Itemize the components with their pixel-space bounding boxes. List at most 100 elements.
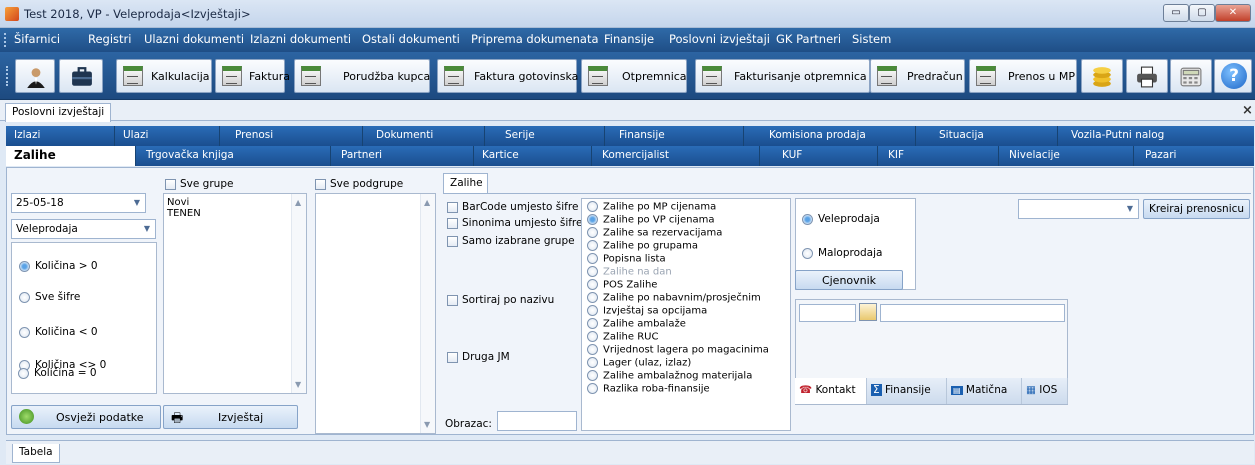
radio-report-6[interactable]: POS Zalihe	[587, 279, 657, 291]
close-button[interactable]: ✕	[1215, 4, 1251, 22]
tab-tabela[interactable]: Tabela	[12, 444, 60, 463]
checkbox-barcode[interactable]: BarCode umjesto šifre	[447, 201, 578, 213]
prenosnica-select[interactable]: ▼	[1018, 199, 1139, 219]
tab-kuf[interactable]: KUF	[760, 146, 878, 166]
tab-dokumenti[interactable]: Dokumenti	[363, 126, 485, 146]
tab-zalihe[interactable]: Zalihe	[6, 146, 136, 166]
list-item[interactable]: Novi	[167, 197, 189, 208]
menu-priprema-dokumenata[interactable]: Priprema dokumenata	[471, 32, 599, 46]
menu-sistem[interactable]: Sistem	[852, 32, 891, 46]
calculator-button[interactable]	[1170, 59, 1212, 93]
checkbox-sortiraj[interactable]: Sortiraj po nazivu	[447, 294, 554, 306]
checkbox-sve-podgrupe[interactable]: Sve podgrupe	[315, 178, 403, 190]
printer-button[interactable]	[1126, 59, 1168, 93]
scroll-down-icon[interactable]: ▼	[295, 380, 301, 389]
otpremnica-button[interactable]: Otpremnica	[581, 59, 687, 93]
radio-kolicina-eq-0[interactable]: Količina = 0	[18, 367, 97, 379]
tab-prenosi[interactable]: Prenosi	[220, 126, 363, 146]
groups-list[interactable]: Novi TENEN ▲ ▼	[163, 193, 307, 394]
maximize-button[interactable]: ▢	[1189, 4, 1215, 22]
predracun-button[interactable]: Predračun	[870, 59, 965, 93]
minimize-button[interactable]: ▭	[1163, 4, 1189, 22]
report-button[interactable]: 🖶 Izvještaj	[163, 405, 298, 429]
radio-report-12[interactable]: Lager (ulaz, izlaz)	[587, 357, 691, 369]
partner-code-input[interactable]	[799, 304, 856, 322]
tab-komercijalist[interactable]: Komercijalist	[592, 146, 760, 166]
help-button[interactable]: ?	[1214, 59, 1252, 93]
tab-ios[interactable]: ▦ IOS	[1022, 378, 1068, 404]
tab-komisiona-prodaja[interactable]: Komisiona prodaja	[744, 126, 916, 146]
radio-report-3[interactable]: Zalihe po grupama	[587, 240, 698, 252]
porudzba-kupca-button[interactable]: Porudžba kupca	[294, 59, 430, 93]
radio-report-13[interactable]: Zalihe ambalažnog materijala	[587, 370, 752, 382]
list-item[interactable]: TENEN	[167, 208, 201, 219]
obrazac-input[interactable]	[497, 411, 577, 431]
radio-kolicina-gt-0[interactable]: Količina > 0	[19, 260, 98, 272]
radio-report-0[interactable]: Zalihe po MP cijenama	[587, 201, 716, 213]
radio-report-8[interactable]: Izvještaj sa opcijama	[587, 305, 707, 317]
subgroups-list[interactable]: ▲ ▼	[315, 193, 436, 434]
tab-ulazi[interactable]: Ulazi	[115, 126, 220, 146]
menu-gk-partneri[interactable]: GK Partneri	[776, 32, 841, 46]
prenos-u-mp-button[interactable]: Prenos u MP	[969, 59, 1077, 93]
radio-report-1[interactable]: Zalihe po VP cijenama	[587, 214, 714, 226]
radio-report-9[interactable]: Zalihe ambalaže	[587, 318, 686, 330]
radio-report-4[interactable]: Popisna lista	[587, 253, 666, 265]
menu-finansije[interactable]: Finansije	[604, 32, 654, 46]
tab-vozila-putni-nalog[interactable]: Vozila-Putni nalog	[1058, 126, 1254, 146]
menu-ostali-dokumenti[interactable]: Ostali dokumenti	[362, 32, 460, 46]
tab-pazari[interactable]: Pazari	[1134, 146, 1254, 166]
tab-situacija[interactable]: Situacija	[916, 126, 1058, 146]
scroll-down-icon[interactable]: ▼	[424, 420, 430, 429]
tab-izlazi[interactable]: Izlazi	[6, 126, 115, 146]
coins-button[interactable]	[1081, 59, 1123, 93]
scrollbar[interactable]: ▲ ▼	[291, 194, 306, 393]
scroll-up-icon[interactable]: ▲	[295, 198, 301, 207]
radio-report-7[interactable]: Zalihe po nabavnim/prosječnim	[587, 292, 761, 304]
menu-ulazni-dokumenti[interactable]: Ulazni dokumenti	[144, 32, 244, 46]
menu-sifarnici[interactable]: Šifarnici	[14, 32, 60, 46]
checkbox-druga-jm[interactable]: Druga JM	[447, 351, 510, 363]
date-picker[interactable]: 25-05-18 ▼	[11, 193, 146, 213]
tab-kontakt[interactable]: ☎ Kontakt	[795, 378, 867, 404]
warehouse-select[interactable]: Veleprodaja ▼	[11, 219, 156, 239]
radio-sve-sifre[interactable]: Sve šifre	[19, 291, 80, 303]
briefcase-button[interactable]	[59, 59, 103, 93]
tab-finansije[interactable]: Finansije	[605, 126, 744, 146]
cjenovnik-button[interactable]: Cjenovnik	[795, 270, 903, 290]
tab-partneri[interactable]: Partneri	[331, 146, 474, 166]
menu-poslovni-izvjestaji[interactable]: Poslovni izvještaji	[669, 32, 770, 46]
checkbox-sinonima[interactable]: Sinonima umjesto šifre	[447, 217, 582, 229]
lookup-icon[interactable]	[859, 303, 877, 321]
checkbox-samo-izabrane[interactable]: Samo izabrane grupe	[447, 235, 575, 247]
radio-report-10[interactable]: Zalihe RUC	[587, 331, 658, 343]
tab-poslovni-izvjestaji[interactable]: Poslovni izvještaji	[5, 103, 112, 122]
kalkulacija-button[interactable]: Kalkulacija	[116, 59, 212, 93]
tab-kartice[interactable]: Kartice	[474, 146, 592, 166]
scrollbar[interactable]: ▲ ▼	[420, 194, 435, 433]
faktura-button[interactable]: Faktura	[215, 59, 290, 93]
faktura-gotovinska-button[interactable]: Faktura gotovinska	[437, 59, 578, 93]
radio-maloprodaja[interactable]: Maloprodaja	[802, 247, 882, 259]
scroll-up-icon[interactable]: ▲	[424, 198, 430, 207]
tab-serije[interactable]: Serije	[485, 126, 605, 146]
menu-registri[interactable]: Registri	[88, 32, 131, 46]
tab-zalihe-options[interactable]: Zalihe	[443, 173, 488, 194]
radio-kolicina-lt-0[interactable]: Količina < 0	[19, 326, 98, 338]
tab-nivelacije[interactable]: Nivelacije	[999, 146, 1134, 166]
tab-trgovacka-knjiga[interactable]: Trgovačka knjiga	[136, 146, 331, 166]
user-button[interactable]	[15, 59, 55, 93]
menu-izlazni-dokumenti[interactable]: Izlazni dokumenti	[250, 32, 351, 46]
refresh-button[interactable]: Osvježi podatke	[11, 405, 161, 429]
create-prenosnica-button[interactable]: Kreiraj prenosnicu	[1143, 199, 1250, 219]
checkbox-sve-grupe[interactable]: Sve grupe	[165, 178, 233, 190]
radio-report-2[interactable]: Zalihe sa rezervacijama	[587, 227, 722, 239]
partner-name-input[interactable]	[880, 304, 1065, 322]
tab-finansije-partner[interactable]: Σ Finansije	[867, 378, 947, 404]
radio-report-14[interactable]: Razlika roba-finansije	[587, 383, 710, 395]
tab-kif[interactable]: KIF	[878, 146, 999, 166]
close-tab-icon[interactable]: ×	[1242, 103, 1253, 118]
radio-report-11[interactable]: Vrijednost lagera po magacinima	[587, 344, 769, 356]
tab-maticna[interactable]: ▤ Matična	[947, 378, 1022, 404]
fakturisanje-otpremnica-button[interactable]: Fakturisanje otpremnica	[695, 59, 870, 93]
